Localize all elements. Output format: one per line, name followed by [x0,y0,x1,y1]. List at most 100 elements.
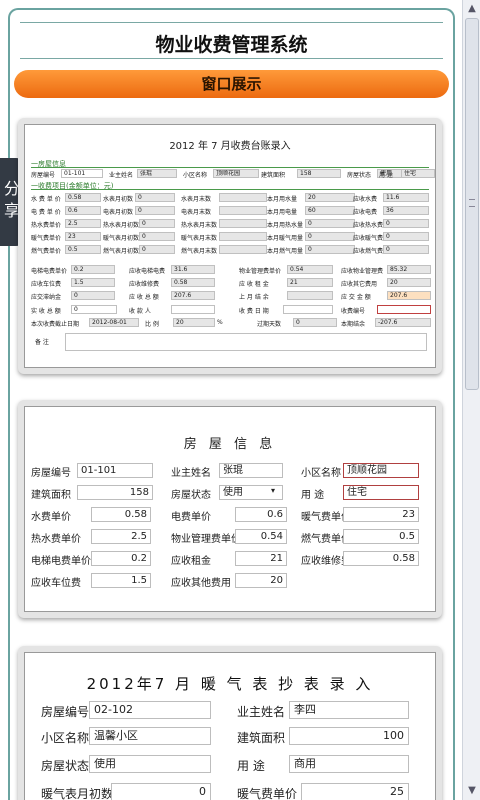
field-value-heat-due[interactable]: 0 [383,232,429,241]
field-value-hotwater-used[interactable]: 0 [305,219,355,228]
field-label-elec-end: 电表月末数 [181,209,212,216]
heat-form-label-heat-start: 暖气表月初数 [41,787,114,800]
field-value-other[interactable]: 20 [387,278,431,287]
field-value-balance[interactable]: -207.6 [375,318,431,327]
field-value-hotwater-due[interactable]: 0 [383,219,429,228]
field-value-parking[interactable]: 1.5 [71,278,115,287]
house-info-value[interactable]: 张琨 [219,463,283,478]
field-label-gas-due: 应收燃气费 [353,248,384,255]
field-label-repair: 应收维修费 [129,281,160,288]
field-value-heat-end[interactable] [219,232,267,241]
field-value-ratio[interactable]: 20 [173,318,215,327]
field-value-lift-price[interactable]: 0.2 [71,265,115,274]
field-value-pay-date[interactable] [283,305,333,314]
field-value-gas-used[interactable]: 0 [305,245,355,254]
field-label-parking: 应收车位费 [31,281,62,288]
screenshot-heat-meter: 2012年7 月 暖 气 表 抄 表 录 入房屋编号 02-102 业主姓名 李四 小区… [18,646,442,800]
field-value-water-due[interactable]: 11.6 [383,193,429,202]
field-value-repair[interactable]: 0.58 [171,278,215,287]
house-info-value[interactable]: 2.5 [91,529,151,544]
heat-meter-form: 2012年7 月 暖 气 表 抄 表 录 入房屋编号 02-102 业主姓名 李四 小区… [24,652,436,800]
field-value-area-name[interactable]: 顶顺花园 [213,169,259,178]
field-value-owner[interactable]: 张琨 [137,169,177,178]
field-value-last-balance[interactable] [287,291,333,300]
field-value-mgmt-price[interactable]: 0.54 [287,265,333,274]
house-info-label: 应收其他费用 [171,578,231,589]
heat-form-value-building-area[interactable]: 100 [289,727,409,745]
field-value-pay-total[interactable]: 207.6 [387,291,431,300]
house-info-value[interactable]: 0.6 [235,507,287,522]
heat-form-value-heat-price[interactable]: 25 [301,783,409,800]
field-value-gas-end[interactable] [219,245,267,254]
field-label-other: 应收其它费用 [341,281,378,288]
scroll-up-icon[interactable]: ▲ [465,2,479,16]
scroll-thumb[interactable] [465,18,479,390]
field-value-receipt[interactable] [377,305,431,314]
field-label-house-no: 房屋编号 [31,172,56,179]
heat-form-value-heat-start[interactable]: 0 [111,783,211,800]
ratio-unit: % [217,319,223,326]
field-value-elec-price[interactable]: 0.6 [65,206,101,215]
heat-meter-title: 2012年7 月 暖 气 表 抄 表 录 入 [86,675,374,693]
field-value-heat-start[interactable]: 0 [139,232,175,241]
field-label-gas-end: 燃气表月末数 [181,248,218,255]
house-info-value[interactable]: 20 [235,573,287,588]
scrollbar[interactable]: ▲ ▼ [462,0,480,800]
field-value-water-used[interactable]: 20 [305,193,355,202]
field-value-hotwater-price[interactable]: 2.5 [65,219,101,228]
house-info-value[interactable]: 23 [343,507,419,522]
house-info-value[interactable]: 0.58 [91,507,151,522]
field-value-deadline[interactable]: 2012-08-01 [89,318,139,327]
house-info-value[interactable]: 0.2 [91,551,151,566]
field-value-lift-due[interactable]: 31.6 [171,265,215,274]
field-value-water-end[interactable] [219,193,267,202]
chevron-down-icon[interactable]: ▾ [271,486,275,495]
field-value-elec-end[interactable] [219,206,267,215]
heat-form-value-house-state[interactable]: 使用 [89,755,211,773]
field-value-hotwater-end[interactable] [219,219,267,228]
field-value-paid[interactable]: 0 [71,305,117,314]
house-info-value[interactable]: 01-101 [77,463,153,478]
house-info-value[interactable]: 21 [235,551,287,566]
house-info-label: 电费单价 [171,512,211,523]
field-value-payer[interactable] [171,305,215,314]
field-value-note[interactable] [65,333,427,351]
field-value-total[interactable]: 207.6 [171,291,215,300]
field-value-elec-start[interactable]: 0 [135,206,175,215]
field-value-water-start[interactable]: 0 [135,193,175,202]
heat-form-value-house-no[interactable]: 02-102 [89,701,211,719]
field-label-pay-total: 应 交 金 额 [341,294,371,301]
field-value-gas-price[interactable]: 0.5 [65,245,101,254]
house-info-value[interactable]: 0.58 [343,551,419,566]
heat-form-value-owner[interactable]: 李四 [289,701,409,719]
scroll-down-icon[interactable]: ▼ [465,784,479,798]
field-value-gas-due[interactable]: 0 [383,245,429,254]
house-info-value[interactable]: 顶顺花园 [343,463,419,478]
field-value-elec-used[interactable]: 60 [305,206,355,215]
heat-form-value-area-name[interactable]: 温馨小区 [89,727,211,745]
heat-form-label-house-state: 房屋状态 [41,759,90,773]
field-value-hotwater-start[interactable]: 0 [139,219,175,228]
field-value-house-no[interactable]: 01-101 [61,169,103,178]
house-info-value[interactable]: 1.5 [91,573,151,588]
house-info-value[interactable]: 0.54 [235,529,287,544]
field-label-area-name: 小区名称 [183,172,208,179]
field-value-late[interactable]: 0 [71,291,115,300]
field-value-use[interactable]: 住宅 [401,169,435,178]
field-value-gas-start[interactable]: 0 [139,245,175,254]
field-value-elec-due[interactable]: 36 [383,206,429,215]
field-value-heat-price[interactable]: 23 [65,232,101,241]
field-value-overdue[interactable]: 0 [293,318,337,327]
field-value-mgmt-due[interactable]: 85.32 [387,265,431,274]
field-value-rent[interactable]: 21 [287,278,333,287]
field-value-water-price[interactable]: 0.58 [65,193,101,202]
house-info-value[interactable]: 住宅 [343,485,419,500]
field-label-gas-used: 本月燃气用量 [267,248,304,255]
field-value-building-area[interactable]: 158 [297,169,341,178]
field-label-last-balance: 上 月 结 余 [239,294,269,301]
field-label-ratio: 比 例 [145,321,159,328]
house-info-value[interactable]: 0.5 [343,529,419,544]
house-info-value[interactable]: 158 [77,485,153,500]
field-value-heat-used[interactable]: 0 [305,232,355,241]
heat-form-value-use[interactable]: 商用 [289,755,409,773]
